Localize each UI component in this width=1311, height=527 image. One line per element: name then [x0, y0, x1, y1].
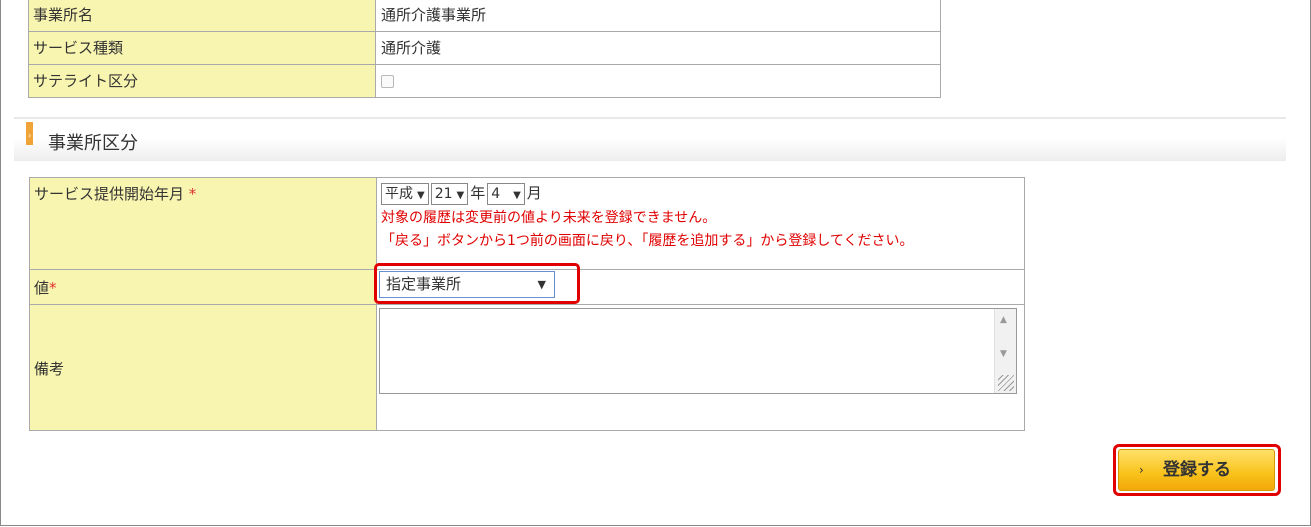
- year-unit: 年: [470, 184, 486, 202]
- error-line-1: 対象の履歴は変更前の値より未来を登録できません。: [381, 210, 717, 226]
- textarea-scrollbar[interactable]: ▲ ▼: [994, 309, 1016, 393]
- table-row: サービス種類 通所介護: [28, 31, 941, 65]
- resize-grip-icon[interactable]: [998, 375, 1014, 391]
- satellite-label: サテライト区分: [28, 64, 376, 98]
- register-button[interactable]: › 登録する: [1118, 449, 1275, 491]
- service-type-value: 通所介護: [375, 31, 941, 65]
- section-header: › 事業所区分: [14, 117, 1286, 161]
- office-name-value: 通所介護事業所: [375, 0, 941, 32]
- chevron-right-icon: ›: [1139, 463, 1144, 477]
- note-label-cell: 備考: [29, 304, 377, 431]
- office-info-table: 事業所名 通所介護事業所 サービス種類 通所介護 サテライト区分: [28, 0, 941, 98]
- dropdown-arrow-icon: ▼: [417, 190, 425, 201]
- section-title: 事業所区分: [48, 133, 138, 154]
- error-message: 対象の履歴は変更前の値より未来を登録できません。 「戻る」ボタンから1つ前の画面…: [381, 207, 1020, 253]
- dropdown-arrow-icon: ▼: [456, 190, 465, 201]
- value-selected: 指定事業所: [386, 275, 462, 293]
- value-label-cell: 値*: [29, 269, 377, 305]
- start-date-label-cell: サービス提供開始年月 *: [29, 177, 377, 270]
- table-row: サービス提供開始年月 * 平成 ▼ 21 ▼ 年 4 ▼ 月 対象の履歴は変更前の値より未来…: [29, 177, 1025, 270]
- satellite-checkbox[interactable]: [381, 75, 394, 88]
- value-label: 値: [34, 279, 50, 297]
- month-value: 4: [491, 186, 501, 202]
- month-unit: 月: [526, 184, 542, 202]
- note-label: 備考: [34, 360, 65, 378]
- era-select[interactable]: 平成 ▼: [381, 183, 429, 205]
- required-mark: *: [49, 279, 57, 297]
- scroll-down-icon[interactable]: ▼: [1000, 349, 1007, 359]
- scroll-up-icon[interactable]: ▲: [1000, 315, 1007, 325]
- table-row: 事業所名 通所介護事業所: [28, 0, 941, 32]
- satellite-cell: [375, 64, 941, 98]
- start-date-label: サービス提供開始年月: [34, 185, 185, 203]
- table-row: サテライト区分: [28, 64, 941, 98]
- chevron-right-icon: ›: [28, 131, 32, 140]
- dropdown-arrow-icon: ▼: [537, 278, 546, 291]
- error-line-2: 「戻る」ボタンから1つ前の画面に戻り、「履歴を追加する」から登録してください。: [381, 233, 914, 249]
- era-value: 平成: [385, 186, 413, 202]
- dropdown-arrow-icon: ▼: [513, 190, 521, 201]
- year-value: 21: [434, 186, 453, 202]
- value-select[interactable]: 指定事業所 ▼: [379, 271, 555, 298]
- note-textarea[interactable]: ▲ ▼: [379, 308, 1017, 394]
- service-type-label: サービス種類: [28, 31, 376, 65]
- office-name-label: 事業所名: [28, 0, 376, 32]
- register-button-label: 登録する: [1163, 460, 1231, 480]
- required-mark: *: [188, 185, 197, 203]
- month-select[interactable]: 4 ▼: [487, 183, 525, 205]
- start-date-cell: 平成 ▼ 21 ▼ 年 4 ▼ 月 対象の履歴は変更前の値より未来を登録できません。 「戻る…: [376, 177, 1025, 270]
- year-select[interactable]: 21 ▼: [430, 183, 469, 205]
